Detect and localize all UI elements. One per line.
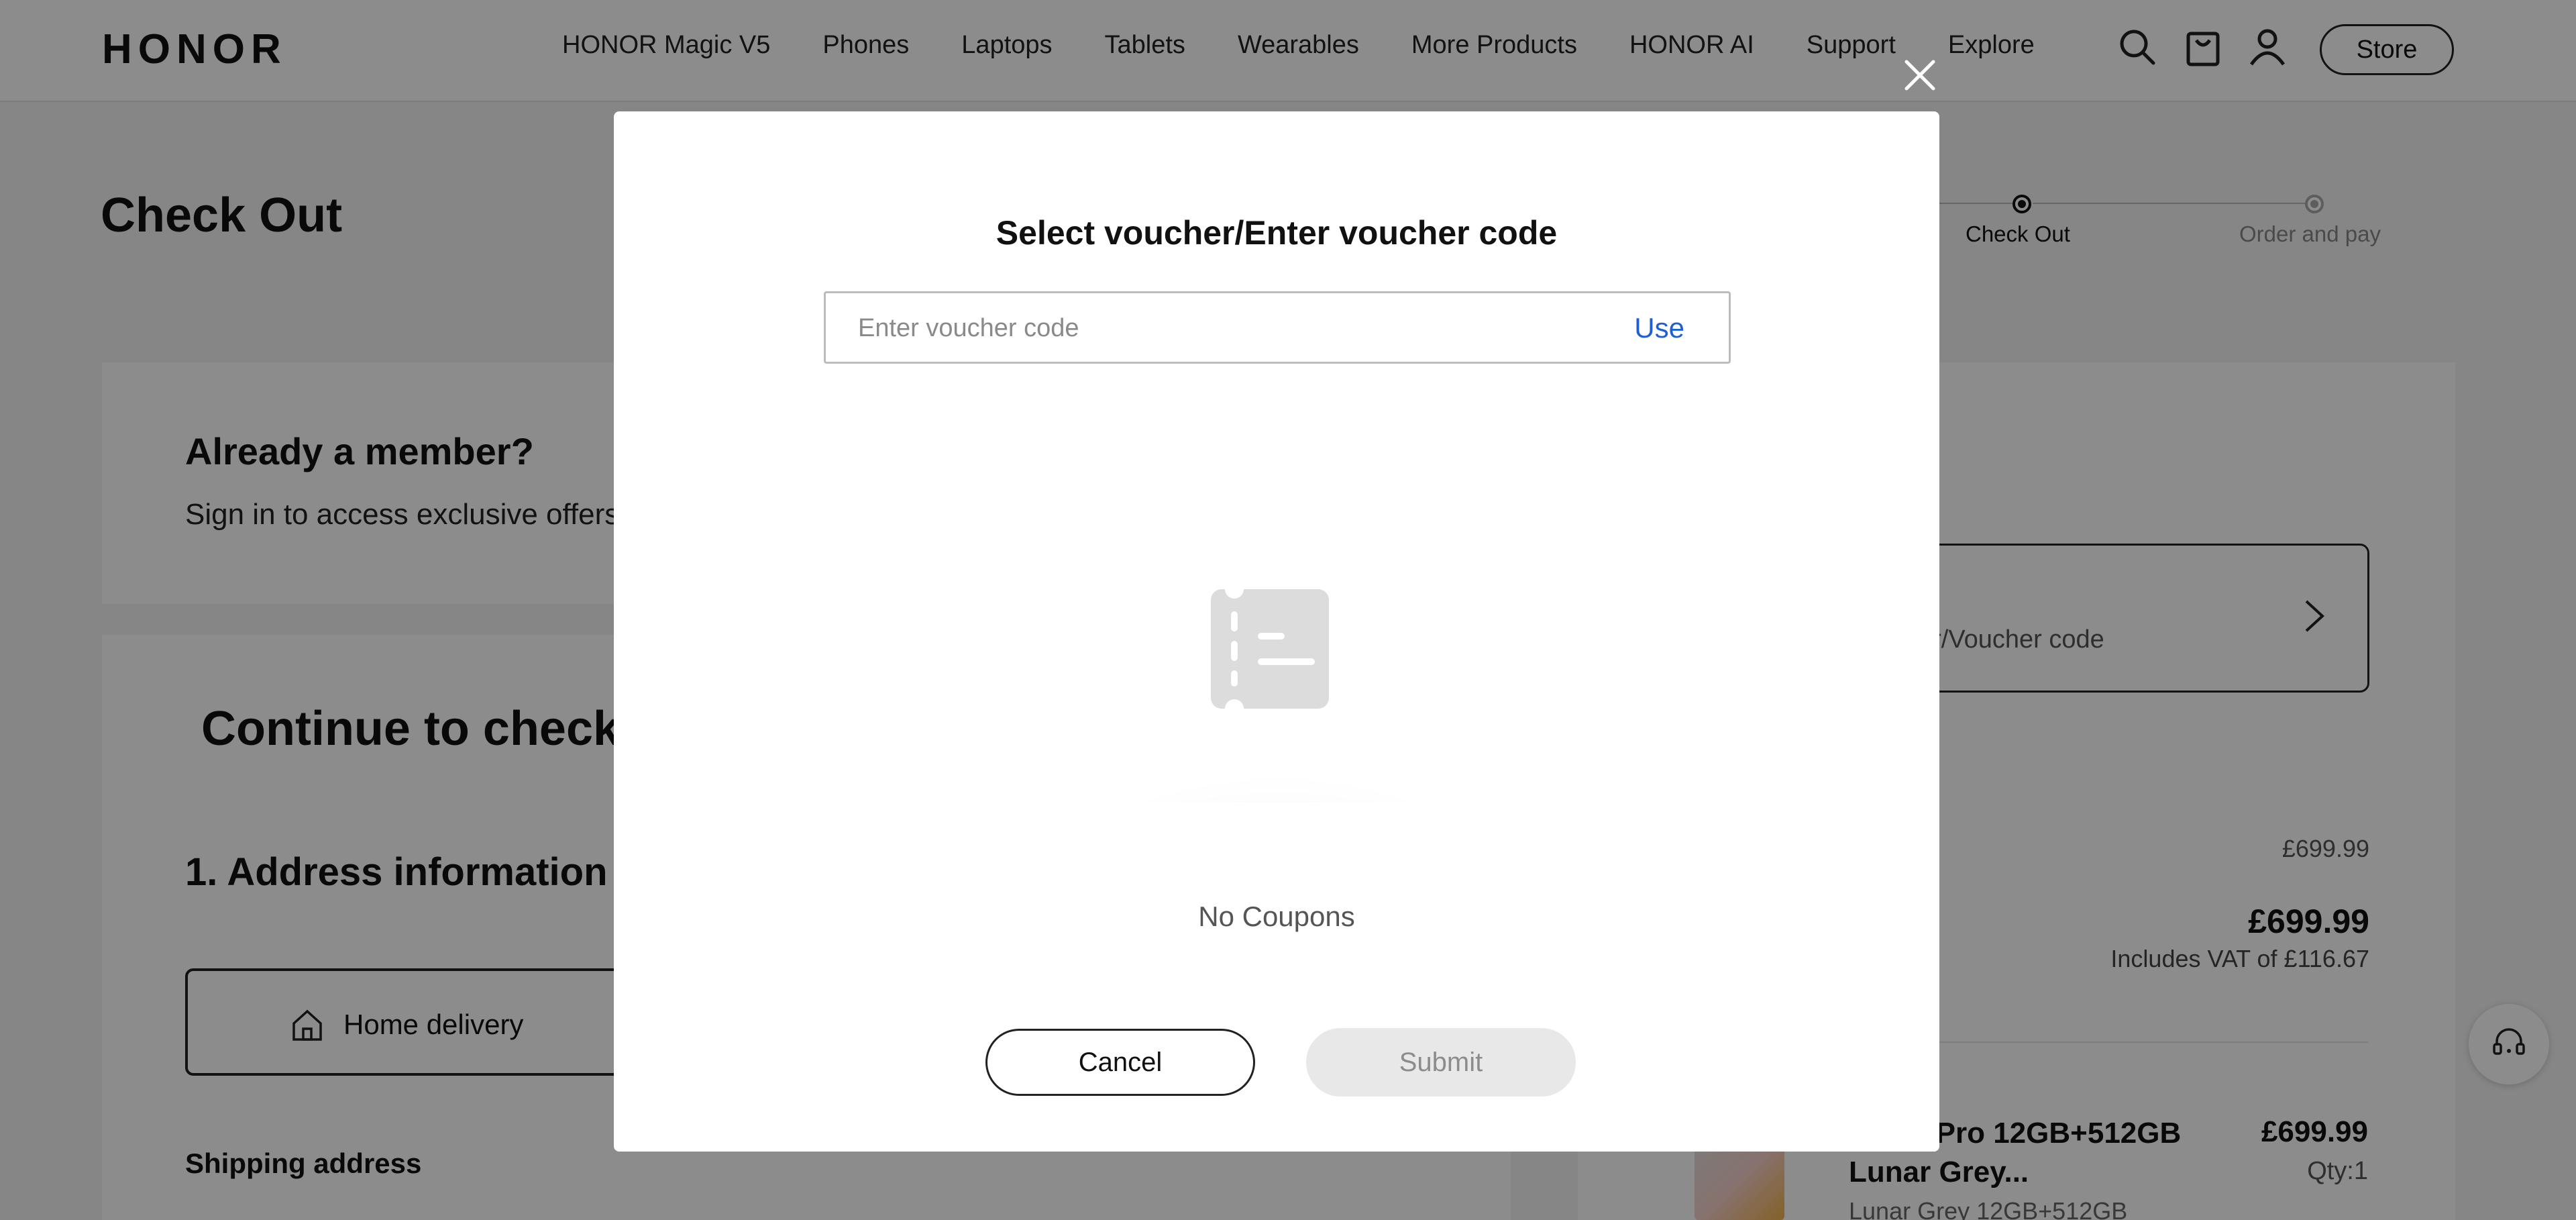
submit-button[interactable]: Submit (1306, 1028, 1576, 1097)
voucher-modal: Select voucher/Enter voucher code Use No… (614, 111, 1939, 1152)
ticket-icon (1211, 580, 1329, 718)
cancel-button[interactable]: Cancel (985, 1029, 1255, 1096)
use-voucher-button[interactable]: Use (1634, 312, 1684, 344)
empty-coupon-illustration (1050, 580, 1506, 816)
close-icon[interactable] (1902, 58, 1937, 93)
voucher-code-input[interactable] (858, 307, 1562, 350)
voucher-code-row: Use (824, 291, 1731, 364)
modal-title: Select voucher/Enter voucher code (996, 214, 1558, 252)
no-coupons-label: No Coupons (1198, 901, 1355, 932)
